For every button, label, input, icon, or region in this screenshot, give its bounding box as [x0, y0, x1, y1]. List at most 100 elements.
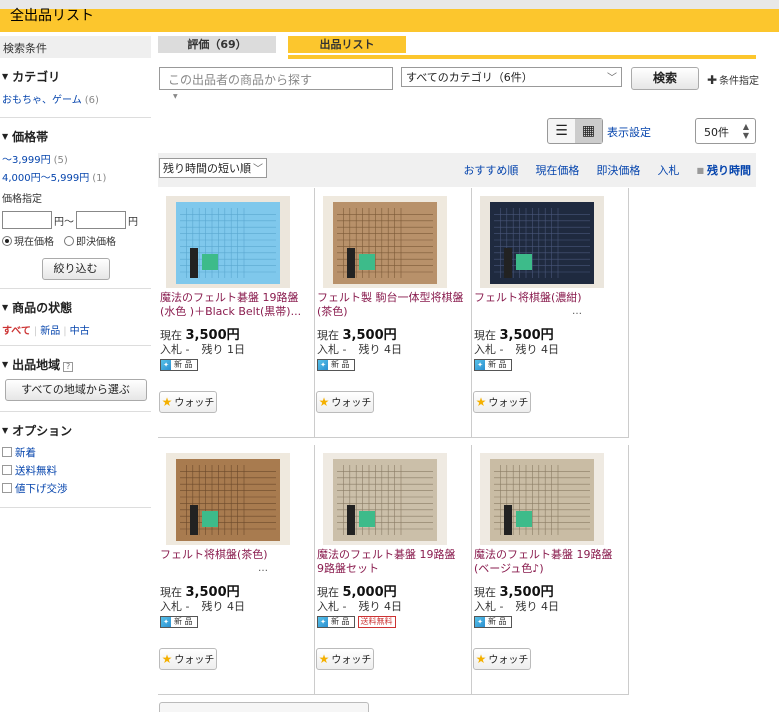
chevron-down-icon: ﹀ — [607, 73, 617, 84]
category-title: カテゴリ — [2, 68, 149, 85]
sort-recommended[interactable]: おすすめ順 — [463, 162, 518, 178]
radio-buynow-price[interactable]: 即決価格 — [64, 233, 116, 248]
item-title[interactable]: 魔法のフェルト碁盤 19路盤 (ベージュ色♪) — [474, 548, 622, 576]
bid-count: - — [499, 343, 504, 356]
radio-icon[interactable] — [2, 236, 12, 246]
item-card[interactable]: 魔法のフェルト碁盤 19路盤 (ベージュ色♪) 現在 3,500円 入札 - 残り 4… — [472, 445, 629, 695]
price-max-input[interactable] — [76, 211, 126, 229]
item-meta: 入札 - 残り 4日 — [160, 598, 245, 614]
price-type-radios: 現在価格 即決価格 — [2, 233, 149, 248]
category-link[interactable]: おもちゃ、ゲーム (6) — [2, 91, 149, 106]
grid-view-icon[interactable]: ▦ — [575, 119, 602, 143]
per-page-select[interactable]: 50件 ▲ ▼ — [695, 118, 756, 144]
item-card[interactable]: フェルト将棋盤(濃紺)… 現在 3,500円 入札 - 残り 4日 ✦ 新 品 ★ ウォッチ — [472, 188, 629, 438]
condition-new[interactable]: 新品 — [40, 326, 60, 337]
new-icon: ✦ — [161, 360, 171, 370]
search-button[interactable]: 検索 — [631, 67, 699, 90]
item-thumbnail[interactable] — [323, 453, 447, 545]
item-thumbnail[interactable] — [480, 453, 604, 545]
bid-label: 入札 — [160, 343, 182, 356]
watch-button[interactable]: ★ ウォッチ — [473, 391, 531, 413]
help-icon[interactable]: ? — [63, 362, 74, 372]
new-icon: ✦ — [475, 360, 485, 370]
condition-used[interactable]: 中古 — [70, 326, 90, 337]
star-icon: ★ — [318, 652, 330, 666]
item-meta: 入札 - 残り 4日 — [317, 341, 402, 357]
region-select-button[interactable]: すべての地域から選ぶ — [4, 379, 147, 401]
display-settings-link[interactable]: 表示設定 — [607, 124, 651, 140]
condition-all[interactable]: すべて — [2, 326, 31, 337]
board-card-shape — [359, 254, 375, 270]
sort-current-price[interactable]: 現在価格 — [535, 162, 579, 178]
per-page-value: 50件 — [704, 126, 729, 139]
option-label[interactable]: 送料無料 — [15, 465, 57, 477]
condition-spec-link[interactable]: ✚ 条件指定 — [707, 72, 759, 87]
radio-icon[interactable] — [64, 236, 74, 246]
radio-current-price[interactable]: 現在価格 — [2, 233, 54, 248]
watch-label: ウォッチ — [174, 398, 215, 409]
category-select[interactable]: すべてのカテゴリ（6件） ﹀ — [401, 67, 622, 87]
item-thumbnail[interactable] — [166, 453, 290, 545]
item-title[interactable]: 魔法のフェルト碁盤 19路盤(水色 )＋Black Belt(黒帯)... — [160, 291, 308, 319]
option-free-shipping[interactable]: 送料無料 — [2, 463, 149, 478]
option-label[interactable]: 値下げ交渉 — [15, 483, 68, 495]
item-card[interactable]: フェルト将棋盤(茶色)… 現在 3,500円 入札 - 残り 4日 ✦ 新 品 ★ ウォッチ — [158, 445, 315, 695]
price-unit: 円 — [128, 216, 138, 228]
tab-reviews[interactable]: 評価（69） — [158, 36, 276, 53]
condition-links: すべて | 新品 | 中古 — [2, 322, 149, 337]
watch-button[interactable]: ★ ウォッチ — [159, 391, 217, 413]
price-range-label[interactable]: 4,000円～5,999円 — [2, 173, 89, 184]
item-title[interactable]: 魔法のフェルト碁盤 19路盤 9路盤セット — [317, 548, 465, 576]
item-thumbnail[interactable] — [480, 196, 604, 288]
board-stand-shape — [347, 505, 355, 535]
top-bar: 全出品リスト — [0, 0, 779, 32]
watch-button[interactable]: ★ ウォッチ — [316, 391, 374, 413]
item-title[interactable]: フェルト製 駒台一体型将棋盤 (茶色) — [317, 291, 465, 319]
item-card[interactable]: フェルト製 駒台一体型将棋盤 (茶色) 現在 3,500円 入札 - 残り 4日 ✦ 新 … — [315, 188, 472, 438]
pagination-button[interactable] — [159, 702, 369, 712]
sort-buynow-price[interactable]: 即決価格 — [596, 162, 640, 178]
options-title: オプション — [2, 422, 149, 439]
item-thumbnail[interactable] — [166, 196, 290, 288]
item-title[interactable]: フェルト将棋盤(濃紺) — [474, 291, 622, 319]
watch-label: ウォッチ — [488, 655, 529, 666]
price-range-label[interactable]: ～3,999円 — [2, 155, 51, 166]
sort-select[interactable]: 残り時間の短い順 ﹀ — [159, 158, 267, 178]
checkbox[interactable] — [2, 447, 12, 457]
price-range-link[interactable]: ～3,999円 (5) — [2, 151, 149, 166]
new-badge: ✦ 新 品 — [317, 616, 355, 628]
checkbox[interactable] — [2, 483, 12, 493]
list-view-icon[interactable]: ☰ — [548, 119, 575, 143]
option-label[interactable]: 新着 — [15, 447, 36, 459]
board-stand-shape — [504, 248, 512, 278]
option-new-arrival[interactable]: 新着 — [2, 445, 149, 460]
watch-button[interactable]: ★ ウォッチ — [473, 648, 531, 670]
item-title[interactable]: フェルト将棋盤(茶色) — [160, 548, 308, 576]
sort-bids[interactable]: 入札 — [657, 162, 679, 178]
category-label[interactable]: おもちゃ、ゲーム — [2, 95, 82, 106]
narrow-button[interactable]: 絞り込む — [41, 258, 110, 280]
new-badge: ✦ 新 品 — [160, 359, 198, 371]
view-toggle[interactable]: ☰ ▦ — [547, 118, 603, 144]
sort-time-remaining[interactable]: 残り時間 — [696, 162, 751, 178]
item-badges: ✦ 新 品 — [474, 359, 512, 371]
bid-label: 入札 — [474, 600, 496, 613]
tab-listings[interactable]: 出品リスト — [288, 36, 406, 53]
remain-value: 4日 — [226, 600, 245, 613]
bid-label: 入札 — [160, 600, 182, 613]
item-card[interactable]: 魔法のフェルト碁盤 19路盤 9路盤セット 現在 5,000円 入札 - 残り 4日 ✦… — [315, 445, 472, 695]
divider: | — [33, 326, 38, 337]
spinner-icon[interactable]: ▲ ▼ — [743, 122, 749, 140]
watch-button[interactable]: ★ ウォッチ — [316, 648, 374, 670]
item-thumbnail[interactable] — [323, 196, 447, 288]
option-price-negotiation[interactable]: 値下げ交渉 — [2, 481, 149, 496]
seller-search-input[interactable]: この出品者の商品から探す — [159, 67, 393, 90]
checkbox[interactable] — [2, 465, 12, 475]
watch-button[interactable]: ★ ウォッチ — [159, 648, 217, 670]
price-range-link[interactable]: 4,000円～5,999円 (1) — [2, 169, 149, 184]
item-badges: ✦ 新 品 — [474, 616, 512, 628]
condition-spec-label[interactable]: 条件指定 — [719, 76, 759, 87]
new-badge: ✦ 新 品 — [317, 359, 355, 371]
item-card[interactable]: 魔法のフェルト碁盤 19路盤(水色 )＋Black Belt(黒帯)... 現在 … — [158, 188, 315, 438]
price-min-input[interactable] — [2, 211, 52, 229]
